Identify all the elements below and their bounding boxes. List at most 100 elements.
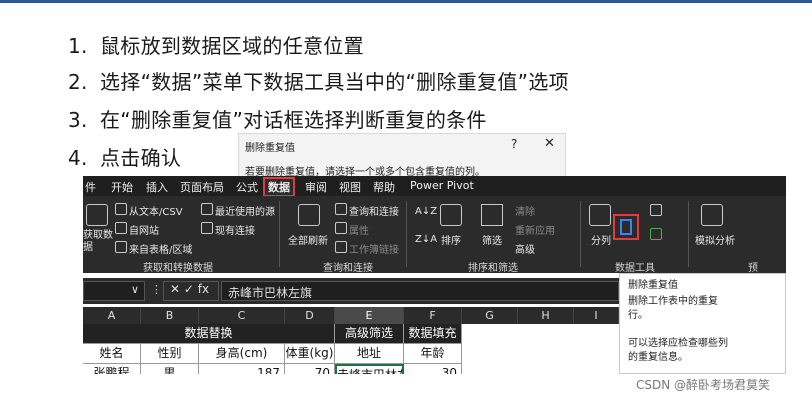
sort-az-button[interactable]: A↓Z: [415, 206, 437, 217]
web-icon: [115, 222, 127, 234]
menu-home[interactable]: 开始: [111, 179, 133, 195]
advanced-button[interactable]: 高级: [515, 241, 535, 256]
text-to-columns-button[interactable]: 分列: [591, 232, 611, 247]
step-1: 1. 鼠标放到数据区域的任意位置: [68, 30, 364, 59]
column-header[interactable]: G: [462, 307, 518, 324]
step-text: 选择“数据”菜单下数据工具当中的“删除重复值”选项: [100, 70, 569, 94]
workbook-links-button[interactable]: 工作簿链接: [349, 241, 399, 256]
reapply-button[interactable]: 重新应用: [515, 222, 555, 237]
tooltip-title: 删除重复值: [628, 280, 678, 291]
group-sort-filter: 排序和筛选: [468, 263, 518, 274]
get-data-button[interactable]: 获取数据: [83, 230, 113, 254]
menu-power-pivot[interactable]: Power Pivot: [410, 179, 474, 192]
existing-connections-button[interactable]: 现有连接: [215, 222, 255, 237]
column-header[interactable]: H: [518, 307, 574, 324]
menu-file[interactable]: 件: [85, 179, 96, 195]
column-header-selected[interactable]: E: [335, 307, 404, 324]
table-icon: [115, 241, 127, 253]
chevron-down-icon[interactable]: ∨: [131, 283, 139, 296]
step-4: 4. 点击确认: [68, 142, 181, 171]
ribbon-separator: [279, 201, 280, 267]
excel-screenshot: 件 开始 插入 页面布局 公式 数据 审阅 视图 帮助 Power Pivot …: [83, 176, 786, 374]
table-cell[interactable]: 体重(kg): [285, 344, 335, 364]
properties-icon: [335, 222, 347, 234]
group-get-transform: 获取和转换数据: [143, 263, 213, 274]
step-number: 3.: [68, 108, 88, 132]
properties-button[interactable]: 属性: [349, 222, 369, 237]
group-queries-connections: 查询和连接: [323, 263, 373, 274]
header-cell[interactable]: 数据填充: [404, 324, 462, 344]
ribbon-separator: [688, 201, 689, 267]
sort-button[interactable]: 排序: [441, 232, 461, 247]
help-button[interactable]: ?: [511, 137, 517, 151]
table-cell[interactable]: 187: [199, 364, 285, 374]
filter-button[interactable]: 筛选: [482, 232, 502, 247]
table-cell[interactable]: 男: [141, 364, 199, 374]
formula-buttons[interactable]: ✕ ✓ fx: [163, 281, 219, 301]
text-csv-icon: [115, 203, 127, 215]
tooltip-line: 行。: [628, 310, 648, 321]
filter-icon: [481, 204, 503, 226]
column-header[interactable]: I: [574, 307, 619, 324]
header-cell[interactable]: 高级筛选: [335, 324, 404, 344]
active-cell[interactable]: 赤峰市巴林左: [335, 364, 404, 374]
merged-header-cell[interactable]: 数据替换: [83, 324, 335, 344]
step-2: 2. 选择“数据”菜单下数据工具当中的“删除重复值”选项: [68, 66, 569, 95]
recent-sources-icon: [201, 203, 213, 215]
step-text: 在“删除重复值”对话框选择判断重复的条件: [100, 108, 487, 132]
sort-za-button[interactable]: Z↓A: [415, 234, 437, 245]
table-cell[interactable]: 70: [285, 364, 335, 374]
step-3: 3. 在“删除重复值”对话框选择判断重复的条件: [68, 104, 487, 133]
what-if-icon: [701, 204, 723, 226]
menu-data[interactable]: 数据: [263, 177, 295, 197]
from-web-button[interactable]: 自网站: [129, 222, 159, 237]
queries-connections-icon: [335, 203, 347, 215]
ribbon-separator: [406, 201, 407, 267]
menu-insert[interactable]: 插入: [146, 179, 168, 195]
from-table-button[interactable]: 来自表格/区域: [129, 241, 192, 256]
close-button[interactable]: ✕: [544, 136, 555, 151]
menu-help[interactable]: 帮助: [373, 179, 395, 195]
table-cell[interactable]: 身高(cm): [199, 344, 285, 364]
menu-review[interactable]: 审阅: [305, 179, 327, 195]
from-text-csv-button[interactable]: 从文本/CSV: [129, 203, 183, 218]
menu-formulas[interactable]: 公式: [236, 179, 258, 195]
column-header[interactable]: B: [141, 307, 199, 324]
column-header[interactable]: A: [83, 307, 141, 324]
remove-duplicates-dialog: 删除重复值 ? ✕ 若要删除重复值，请选择一个或多个包含重复值的列。: [238, 133, 566, 178]
ribbon-separator: [580, 201, 581, 267]
group-data-tools: 数据工具: [615, 263, 655, 274]
menu-bar: 件 开始 插入 页面布局 公式 数据 审阅 视图 帮助 Power Pivot: [83, 176, 786, 197]
dialog-title: 删除重复值: [245, 143, 295, 154]
top-rule: [0, 0, 812, 3]
tooltip-line: 的重复信息。: [628, 352, 688, 363]
recent-sources-button[interactable]: 最近使用的源: [215, 203, 275, 218]
flash-fill-icon[interactable]: [650, 204, 662, 216]
table-cell[interactable]: 姓名: [83, 344, 141, 364]
step-text: 鼠标放到数据区域的任意位置: [100, 34, 364, 58]
tooltip-line: 删除工作表中的重复: [628, 296, 718, 307]
text-to-columns-icon: [589, 204, 611, 226]
column-header[interactable]: D: [285, 307, 335, 324]
remove-duplicates-button[interactable]: [613, 214, 639, 240]
table-cell[interactable]: 性别: [141, 344, 199, 364]
formula-bar: ∨ ⋮ ✕ ✓ fx 赤峰市巴林左旗: [83, 278, 619, 304]
queries-connections-button[interactable]: 查询和连接: [349, 203, 399, 218]
existing-connections-icon: [201, 222, 213, 234]
column-header[interactable]: C: [199, 307, 285, 324]
what-if-button[interactable]: 模拟分析: [695, 232, 735, 247]
menu-view[interactable]: 视图: [339, 179, 361, 195]
clear-button[interactable]: 清除: [515, 203, 535, 218]
table-cell[interactable]: 30: [404, 364, 462, 374]
refresh-all-button[interactable]: 全部刷新: [288, 232, 328, 247]
remove-duplicates-icon: [620, 219, 632, 235]
formula-input[interactable]: 赤峰市巴林左旗: [221, 281, 619, 301]
menu-page-layout[interactable]: 页面布局: [180, 179, 224, 195]
data-validation-icon[interactable]: [650, 228, 662, 240]
table-cell[interactable]: 张鹏程: [83, 364, 141, 374]
table-cell[interactable]: 地址: [335, 344, 404, 364]
more-icon: ⋮: [151, 283, 162, 296]
column-header[interactable]: F: [404, 307, 462, 324]
table-cell[interactable]: 年龄: [404, 344, 462, 364]
workbook-links-icon: [335, 241, 347, 253]
